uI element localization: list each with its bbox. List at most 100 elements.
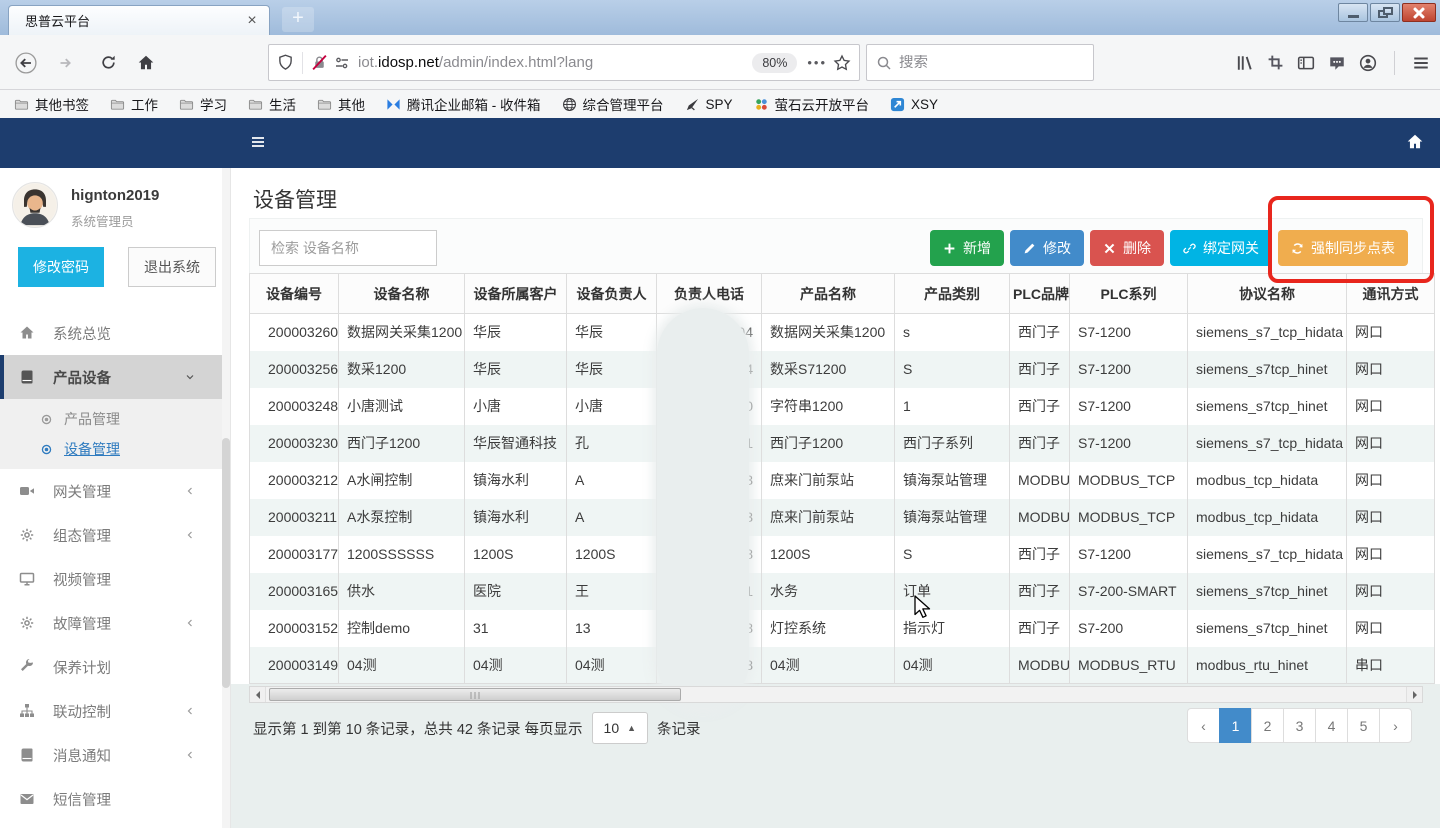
- new-tab-button[interactable]: +: [282, 7, 314, 32]
- add-button[interactable]: 新增: [930, 230, 1004, 266]
- table-row[interactable]: 20000314904测04测04测15804测04测MODBUSMODBUS_…: [250, 647, 1435, 684]
- scroll-right-arrow[interactable]: [1406, 687, 1422, 702]
- sidebar-item-gateway-management[interactable]: 网关管理: [0, 469, 230, 513]
- table-row[interactable]: 200003230西门子1200华辰智通科技孔131西门子1200西门子系列西门…: [250, 425, 1435, 462]
- delete-button[interactable]: 删除: [1090, 230, 1164, 266]
- browser-search-input[interactable]: [899, 55, 1084, 71]
- sidebar-item-configuration-management[interactable]: 组态管理: [0, 513, 230, 557]
- sidebar-item-maintenance-plan[interactable]: 保养计划: [0, 645, 230, 689]
- app-home-icon[interactable]: [1406, 133, 1424, 151]
- sidebar-item-linkage-control[interactable]: 联动控制: [0, 689, 230, 733]
- change-password-button[interactable]: 修改密码: [18, 247, 104, 287]
- edit-button[interactable]: 修改: [1010, 230, 1084, 266]
- force-sync-button[interactable]: 强制同步点表: [1278, 230, 1408, 266]
- reload-button[interactable]: [90, 45, 126, 80]
- zoom-level-badge[interactable]: 80%: [752, 53, 797, 73]
- insecure-lock-icon[interactable]: [311, 54, 328, 71]
- cogs-icon: [18, 527, 36, 543]
- table-row[interactable]: 200003211A水泵控制镇海水利A33庶来门前泵站镇海泵站管理MODBUSM…: [250, 499, 1435, 536]
- table-row[interactable]: 2000031771200SSSSSS1200S1200S881200SS西门子…: [250, 536, 1435, 573]
- bookmark-star-icon[interactable]: [833, 54, 851, 72]
- url-bar[interactable]: iot.idosp.net/admin/index.html?lang 80% …: [268, 44, 860, 81]
- bookmark-item[interactable]: 工作: [110, 94, 158, 114]
- horizontal-scrollbar[interactable]: [249, 686, 1423, 703]
- screenshot-icon[interactable]: [1267, 54, 1284, 71]
- page-button-3[interactable]: 3: [1283, 708, 1316, 743]
- sidebar-item-label: 视频管理: [53, 569, 216, 590]
- sidebar-item-fault-management[interactable]: 故障管理: [0, 601, 230, 645]
- page-actions-icon[interactable]: •••: [807, 55, 827, 70]
- table-row[interactable]: 200003248小唐测试小唐小唐10字符串12001西门子S7-1200sie…: [250, 388, 1435, 425]
- bookmark-label: 工作: [131, 94, 158, 114]
- url-text[interactable]: iot.idosp.net/admin/index.html?lang: [358, 54, 748, 71]
- cell-protocol: siemens_s7tcp_hinet: [1188, 351, 1347, 388]
- library-icon[interactable]: [1236, 54, 1254, 72]
- browser-home-button[interactable]: [128, 45, 164, 80]
- next-page-button[interactable]: ›: [1379, 708, 1412, 743]
- page-button-5[interactable]: 5: [1347, 708, 1380, 743]
- logout-button[interactable]: 退出系统: [128, 247, 216, 287]
- tracking-protection-shield-icon[interactable]: [277, 54, 294, 71]
- pencil-icon: [1023, 242, 1036, 255]
- scroll-left-arrow[interactable]: [250, 687, 266, 702]
- messages-icon[interactable]: [1328, 54, 1346, 72]
- cell-customer: 镇海水利: [465, 499, 567, 536]
- account-icon[interactable]: [1359, 54, 1377, 72]
- forward-button[interactable]: [48, 45, 84, 80]
- previous-page-button[interactable]: ‹: [1187, 708, 1220, 743]
- back-button[interactable]: [8, 45, 44, 80]
- bookmark-item[interactable]: SPY: [685, 97, 733, 112]
- bookmark-item[interactable]: 生活: [248, 94, 296, 114]
- bookmark-label: SPY: [706, 97, 733, 112]
- browser-tab[interactable]: 思普云平台 ×: [8, 5, 270, 35]
- scrollbar-thumb[interactable]: [222, 438, 230, 688]
- sidebar-subitem-product-management[interactable]: 产品管理: [0, 404, 230, 434]
- sidebar-item-product-device[interactable]: 产品设备: [0, 355, 230, 399]
- bookmark-item[interactable]: 学习: [179, 94, 227, 114]
- table-row[interactable]: 200003256数采1200华辰华辰104数采S71200S西门子S7-120…: [250, 351, 1435, 388]
- bookmark-item[interactable]: 综合管理平台: [562, 94, 664, 114]
- page-button-1[interactable]: 1: [1219, 708, 1252, 743]
- tab-close-icon[interactable]: ×: [243, 12, 261, 30]
- sidebar-toggle-icon[interactable]: [250, 134, 266, 150]
- browser-search-bar[interactable]: [866, 44, 1094, 81]
- bookmark-item[interactable]: 萤石云开放平台: [754, 94, 870, 114]
- sidebar-item-video-management[interactable]: 视频管理: [0, 557, 230, 601]
- page-size-dropdown[interactable]: 10 ▲: [592, 712, 649, 744]
- minimize-icon: [1348, 15, 1359, 18]
- sitemap-icon: [18, 703, 36, 719]
- scrollbar-thumb[interactable]: [269, 688, 681, 701]
- sidebar-item-message-notification[interactable]: 消息通知: [0, 733, 230, 777]
- sidebar-scrollbar[interactable]: [222, 168, 230, 828]
- bookmark-item[interactable]: 其他: [317, 94, 365, 114]
- cell-customer: 华辰: [465, 314, 567, 351]
- sidebar-item-workshop-management[interactable]: 车间管理: [0, 821, 230, 828]
- permissions-icon[interactable]: [334, 55, 350, 71]
- device-table: 设备编号设备名称设备所属客户设备负责人负责人电话产品名称产品类别PLC品牌PLC…: [249, 273, 1435, 684]
- device-search-input[interactable]: [259, 230, 437, 266]
- sidebars-icon[interactable]: [1297, 54, 1315, 72]
- window-restore-button[interactable]: [1370, 3, 1400, 22]
- table-row[interactable]: 200003260数据网关采集1200华辰华辰104数据网关采集1200s西门子…: [250, 314, 1435, 351]
- table-row[interactable]: 200003212A水闸控制镇海水利A33庶来门前泵站镇海泵站管理MODBUSM…: [250, 462, 1435, 499]
- bookmark-label: 其他书签: [35, 94, 89, 114]
- desktop-icon: [18, 571, 36, 587]
- table-row[interactable]: 200003152控制demo311318灯控系统指示灯西门子S7-200sie…: [250, 610, 1435, 647]
- browser-menu-icon[interactable]: [1412, 54, 1430, 72]
- sidebar-subitem-device-management[interactable]: 设备管理: [0, 434, 230, 464]
- table-row[interactable]: 200003165供水医院王41水务订单西门子S7-200-SMARTsieme…: [250, 573, 1435, 610]
- window-close-button[interactable]: [1402, 3, 1436, 22]
- sidebar-item-system-overview[interactable]: 系统总览: [0, 311, 230, 355]
- sidebar-item-label: 短信管理: [53, 789, 216, 810]
- page-button-4[interactable]: 4: [1315, 708, 1348, 743]
- bookmark-item[interactable]: 腾讯企业邮箱 - 收件箱: [386, 94, 541, 114]
- cell-protocol: siemens_s7tcp_hinet: [1188, 610, 1347, 647]
- bookmark-item[interactable]: XSY: [890, 97, 938, 112]
- page-button-2[interactable]: 2: [1251, 708, 1284, 743]
- sidebar-item-sms-management[interactable]: 短信管理: [0, 777, 230, 821]
- button-label: 强制同步点表: [1311, 238, 1395, 258]
- bookmark-item[interactable]: 其他书签: [14, 94, 89, 114]
- cell-protocol: siemens_s7_tcp_hidata: [1188, 314, 1347, 351]
- bind-gateway-button[interactable]: 绑定网关: [1170, 230, 1272, 266]
- window-minimize-button[interactable]: [1338, 3, 1368, 22]
